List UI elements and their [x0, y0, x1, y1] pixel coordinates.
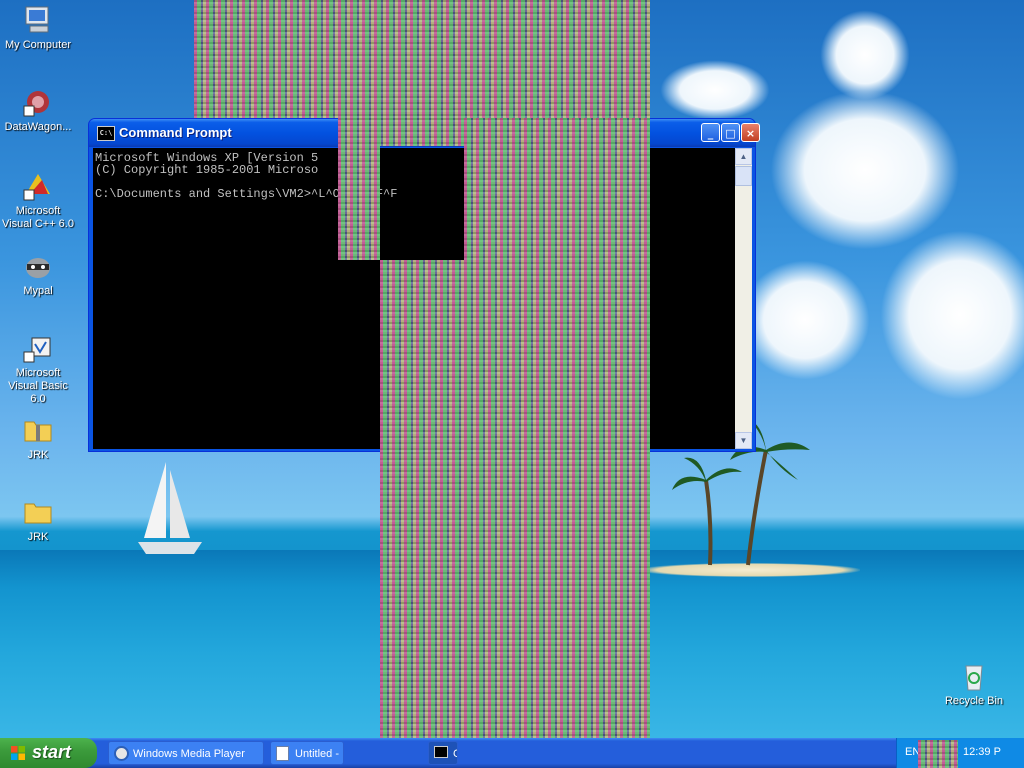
desktop-icon-jrk-zip[interactable]: JRK — [0, 414, 76, 462]
cloud — [660, 60, 770, 120]
graphics-glitch-artifact — [338, 118, 464, 146]
scroll-down-button[interactable]: ▼ — [735, 432, 752, 449]
taskbar: start Windows Media Player Untitled - C … — [0, 738, 1024, 768]
media-player-icon — [114, 746, 129, 761]
graphics-glitch-artifact — [380, 452, 650, 768]
vertical-scrollbar[interactable]: ▲ ▼ — [735, 148, 752, 449]
desktop-icon-label: Microsoft Visual C++ 6.0 — [2, 205, 74, 230]
desktop-icon-label: JRK — [27, 531, 49, 543]
graphics-glitch-artifact — [194, 0, 650, 118]
desktop-icon-label: Recycle Bin — [944, 695, 1004, 707]
taskbar-button-label: Untitled - — [295, 748, 340, 760]
start-button[interactable]: start — [0, 738, 97, 768]
taskbar-button-notepad[interactable]: Untitled - — [270, 741, 344, 765]
minimize-button[interactable]: _ — [701, 123, 720, 142]
close-button[interactable]: × — [741, 123, 760, 142]
windows-logo-icon — [11, 746, 25, 760]
desktop-icon-visual-basic[interactable]: Microsoft Visual Basic 6.0 — [0, 332, 76, 406]
desktop-icon-label: Microsoft Visual Basic 6.0 — [8, 367, 68, 405]
visual-cpp-icon — [23, 174, 50, 201]
clock[interactable]: 12:39 P — [963, 746, 1001, 758]
system-tray: EN 12:39 P — [896, 738, 1024, 768]
recycle-bin-icon — [965, 665, 983, 691]
zip-folder-icon — [24, 421, 52, 442]
desktop-icon-recycle-bin[interactable]: Recycle Bin — [936, 660, 1012, 708]
cloud — [740, 260, 870, 380]
taskbar-button-command-prompt[interactable]: C — [428, 741, 458, 765]
my-computer-icon — [25, 6, 49, 33]
desktop-icon-my-computer[interactable]: My Computer — [0, 4, 76, 52]
console-line: (C) Copyright 1985-2001 Microso — [95, 163, 319, 177]
cloud — [770, 90, 960, 250]
window-title: Command Prompt — [119, 125, 232, 140]
graphics-glitch-artifact — [338, 146, 380, 260]
sailboat — [138, 462, 202, 554]
visual-basic-icon — [23, 337, 51, 363]
scroll-up-button[interactable]: ▲ — [735, 148, 752, 165]
cloud — [880, 230, 1024, 400]
scroll-thumb[interactable] — [735, 166, 752, 186]
cloud — [820, 10, 910, 100]
desktop-icon-label: Mypal — [23, 285, 53, 297]
cmd-icon — [434, 746, 448, 758]
desktop-icon-visual-cpp[interactable]: Microsoft Visual C++ 6.0 — [0, 170, 76, 231]
desktop-icon-label: My Computer — [4, 39, 72, 51]
maximize-button[interactable]: □ — [721, 123, 740, 142]
start-label: start — [32, 742, 72, 762]
desktop-icon-label: JRK — [27, 449, 49, 461]
graphics-glitch-artifact — [918, 740, 958, 768]
notepad-icon — [276, 746, 289, 761]
graphics-glitch-artifact — [464, 118, 650, 452]
desktop-icon-mypal[interactable]: Mypal — [0, 250, 76, 298]
taskbar-button-label: C — [453, 748, 457, 760]
desktop-icon-jrk-folder[interactable]: JRK — [0, 496, 76, 544]
taskbar-button-label: Windows Media Player — [133, 748, 245, 760]
desktop-icon-label: DataWagon... — [4, 121, 72, 133]
graphics-glitch-artifact — [380, 260, 464, 452]
cmd-icon: C:\ — [97, 126, 115, 141]
folder-icon — [24, 503, 52, 524]
desktop-icon-datawagon[interactable]: DataWagon... — [0, 86, 76, 134]
taskbar-button-media-player[interactable]: Windows Media Player — [108, 741, 264, 765]
mypal-raccoon-icon — [26, 258, 50, 278]
datawagon-icon — [23, 91, 49, 117]
